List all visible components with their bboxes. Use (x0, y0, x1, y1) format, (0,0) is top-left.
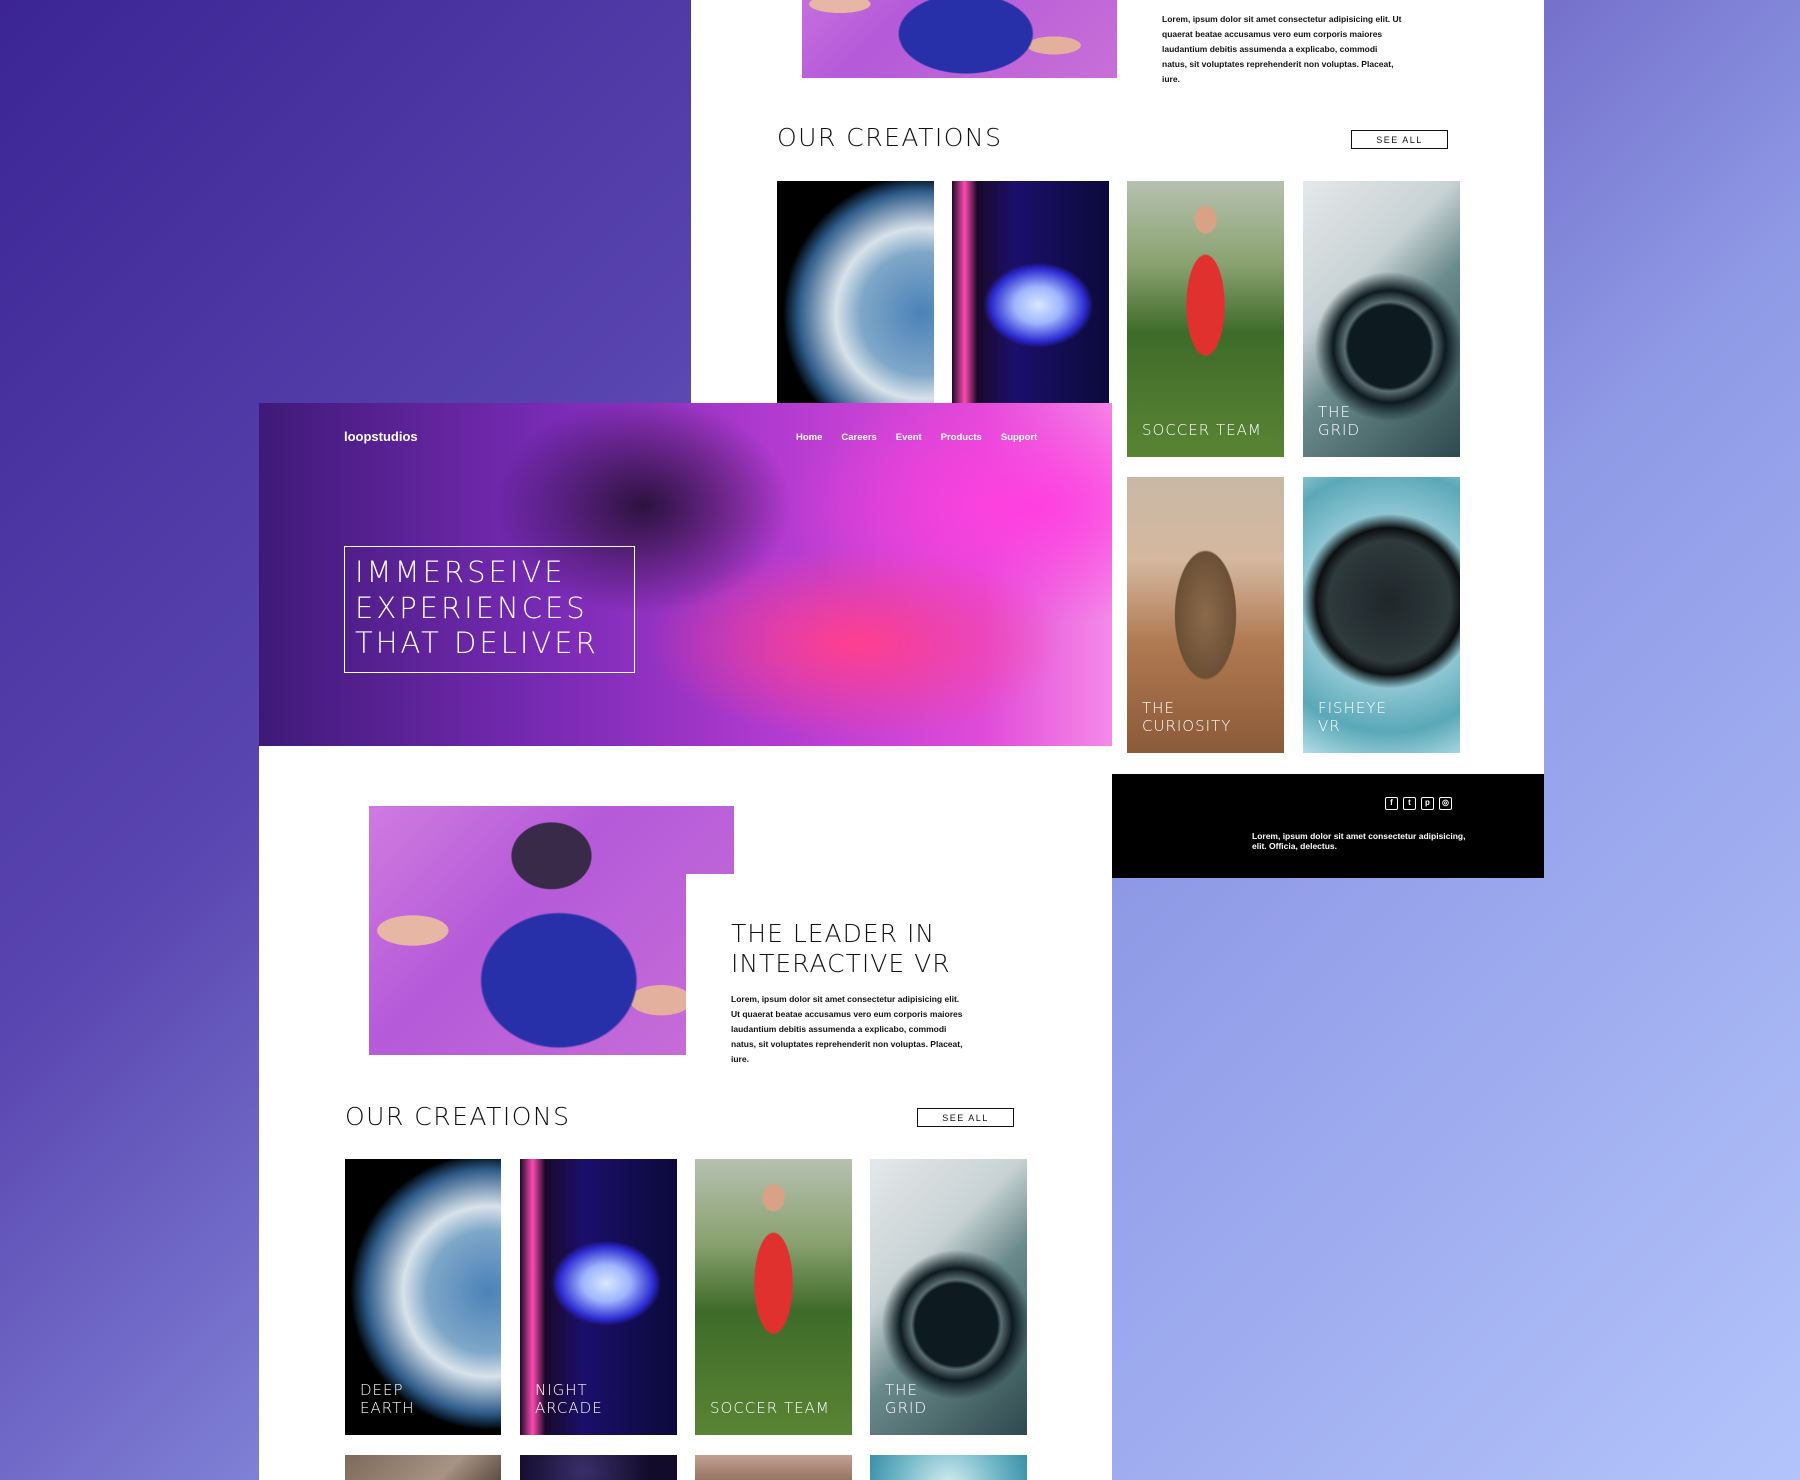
creation-card-the-grid[interactable]: THE GRID (1303, 181, 1460, 457)
card-title: THE GRID (885, 1381, 928, 1417)
creation-card-night-arcade[interactable]: NIGHT ARCADE (520, 1159, 677, 1435)
card-title: THE CURIOSITY (1142, 699, 1232, 735)
nav-support[interactable]: Support (1001, 432, 1037, 443)
card-title: FISHEYE VR (1318, 699, 1387, 735)
twitter-icon[interactable]: t (1403, 797, 1416, 810)
card-title: SOCCER TEAM (1142, 421, 1262, 439)
hero-headline: IMMERSEIVE EXPERIENCES THAT DELIVER (344, 546, 635, 673)
nav-careers[interactable]: Careers (841, 432, 876, 443)
nav-home[interactable]: Home (796, 432, 822, 443)
card-title: SOCCER TEAM (710, 1399, 830, 1417)
creations-heading: OUR CREATIONS (777, 123, 1003, 152)
hero-banner: loopstudios Home Careers Event Products … (259, 403, 1112, 746)
creation-card-deep-earth[interactable]: DEEP EARTH (345, 1159, 501, 1435)
creation-card-soccer-team[interactable]: SOCCER TEAM (1127, 181, 1284, 457)
main-nav: Home Careers Event Products Support (796, 432, 1056, 443)
leader-paragraph: Lorem, ipsum dolor sit amet consectetur … (1162, 14, 1402, 84)
creation-card[interactable] (345, 1455, 501, 1480)
card-title: DEEP EARTH (360, 1381, 415, 1417)
leader-heading: THE LEADER IN INTERACTIVE VR (731, 919, 951, 978)
social-links: f t p ◎ (1385, 797, 1452, 810)
card-title: NIGHT ARCADE (535, 1381, 603, 1417)
see-all-button[interactable]: SEE ALL (917, 1108, 1014, 1127)
creation-card-the-grid[interactable]: THE GRID (870, 1159, 1027, 1435)
creation-card-fisheye-vr[interactable]: FISHEYE VR (1303, 477, 1460, 753)
nav-products[interactable]: Products (941, 432, 982, 443)
creation-card[interactable] (520, 1455, 677, 1480)
see-all-button[interactable]: SEE ALL (1351, 130, 1448, 149)
leader-image (802, 0, 1117, 78)
pinterest-icon[interactable]: p (1421, 797, 1434, 810)
creation-card[interactable] (695, 1455, 852, 1480)
creation-card-the-curiosity[interactable]: THE CURIOSITY (1127, 477, 1284, 753)
leader-image (369, 806, 734, 1055)
facebook-icon[interactable]: f (1385, 797, 1398, 810)
logo[interactable]: loopstudios (344, 429, 418, 444)
leader-paragraph: Lorem, ipsum dolor sit amet consectetur … (731, 994, 963, 1064)
front-page-preview: loopstudios Home Careers Event Products … (259, 403, 1112, 1480)
nav-event[interactable]: Event (896, 432, 922, 443)
creation-card-soccer-team[interactable]: SOCCER TEAM (695, 1159, 852, 1435)
creation-card[interactable] (870, 1455, 1027, 1480)
creations-heading: OUR CREATIONS (345, 1102, 571, 1131)
card-title: THE GRID (1318, 403, 1361, 439)
footer: f t p ◎ Lorem, ipsum dolor sit amet cons… (1112, 774, 1544, 878)
instagram-icon[interactable]: ◎ (1439, 797, 1452, 810)
footer-text: Lorem, ipsum dolor sit amet consectetur … (1252, 831, 1466, 851)
